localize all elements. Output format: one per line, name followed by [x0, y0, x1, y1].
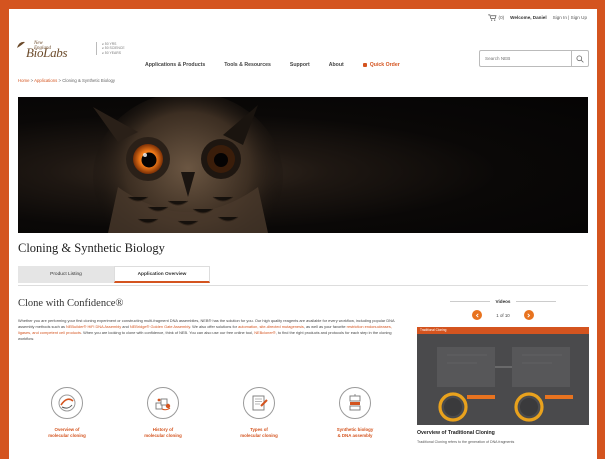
tab-application-overview[interactable]: Application Overview [114, 266, 210, 283]
inline-link[interactable]: NEBridge® Golden Gate Assembly [130, 324, 190, 329]
inline-link[interactable]: NEBuilder® HiFi DNA Assembly [66, 324, 121, 329]
search-box [479, 50, 589, 67]
nav-tools-resources[interactable]: Tools & Resources [224, 62, 271, 68]
hero-owl-image [18, 97, 588, 233]
breadcrumb: Home > Applications > Cloning & Syntheti… [18, 78, 116, 83]
inline-link[interactable]: NEBcloner® [254, 330, 275, 335]
dna-assembly-icon [339, 387, 371, 419]
logo-mark-icon [17, 41, 25, 48]
account-links[interactable]: Sign In | Sign Up [553, 15, 587, 20]
search-icon [576, 54, 584, 63]
inline-link[interactable]: automation, site-directed mutagenesis [238, 324, 304, 329]
tab-product-listing[interactable]: Product Listing [18, 266, 114, 283]
search-button[interactable] [571, 51, 588, 66]
quick-order-link[interactable]: Quick Order [362, 62, 400, 68]
breadcrumb-current: Cloning & Synthetic Biology [62, 78, 116, 83]
utility-bar: (0) Welcome, Daniel Sign In | Sign Up [487, 14, 587, 21]
video-caption[interactable]: Overview of Traditional Cloning [417, 430, 589, 436]
video-thumb-title: Traditional Cloning [417, 327, 589, 334]
body-text-run: , as well as your favorite [303, 324, 347, 329]
nav-about[interactable]: About [329, 62, 344, 68]
body-text-run: and [121, 324, 130, 329]
videos-pager: 1 of 10 [417, 310, 589, 320]
search-input[interactable] [480, 51, 571, 66]
cart-count: (0) [498, 15, 505, 20]
video-page-count: 1 of 10 [496, 312, 510, 318]
welcome-text: Welcome, Daniel [510, 15, 547, 20]
cloning-overview-icon [51, 387, 83, 419]
logo-line2: BioLabs [26, 45, 68, 60]
body-text-run: . We also offer solutions for [189, 324, 239, 329]
card-label: History of molecular cloning [144, 427, 182, 438]
tab-bar: Product Listing Application Overview [18, 266, 210, 283]
chevron-left-icon [475, 312, 479, 318]
breadcrumb-home[interactable]: Home [18, 78, 29, 83]
card-overview-cloning[interactable]: Overview of molecular cloning [29, 387, 105, 439]
nav-support[interactable]: Support [290, 62, 310, 68]
cart-icon [487, 14, 497, 21]
prev-video-button[interactable] [472, 310, 483, 320]
main-nav: Applications & Products Tools & Resource… [145, 62, 400, 68]
owl-illustration [93, 97, 283, 233]
card-label: Overview of molecular cloning [48, 427, 86, 438]
site-header: New England BioLabs ≥ 50 YRS ≥ 50 SCIENC… [9, 33, 597, 73]
cart-link[interactable]: (0) [487, 14, 505, 21]
tab-divider [18, 285, 588, 286]
chevron-right-icon [527, 312, 531, 318]
card-history-cloning[interactable]: History of molecular cloning [125, 387, 201, 439]
card-synthetic-biology[interactable]: Synthetic biology & DNA assembly [317, 387, 393, 439]
card-label: Synthetic biology & DNA assembly [336, 427, 374, 438]
logo-tagline: ≥ 50 YRS ≥ 50 SCIENCE ≥ 50 YEARS [96, 42, 125, 55]
cloning-types-icon [243, 387, 275, 419]
body-text-run: . When you are looking to clone with con… [80, 330, 255, 335]
cloning-history-icon [147, 387, 179, 419]
videos-heading: Videos [417, 299, 589, 304]
card-label: Types of molecular cloning [240, 427, 278, 438]
next-video-button[interactable] [523, 310, 534, 320]
page: (0) Welcome, Daniel Sign In | Sign Up Ne… [9, 9, 597, 459]
neb-logo[interactable]: New England BioLabs ≥ 50 YRS ≥ 50 SCIENC… [16, 38, 134, 64]
video-description: Traditional Cloning refers to the genera… [417, 440, 515, 444]
nav-applications-products[interactable]: Applications & Products [145, 62, 205, 68]
video-preview-graphic [417, 334, 589, 425]
quick-order-icon [362, 63, 367, 67]
videos-panel: Videos 1 of 10 Traditional Cloning Overv… [417, 299, 589, 444]
section-title: Clone with Confidence® [18, 298, 124, 309]
page-title: Cloning & Synthetic Biology [18, 241, 165, 255]
video-thumbnail[interactable]: Traditional Cloning [417, 327, 589, 425]
topic-cards: Overview of molecular cloning History of… [29, 387, 393, 439]
breadcrumb-applications[interactable]: Applications [34, 78, 57, 83]
card-types-cloning[interactable]: Types of molecular cloning [221, 387, 297, 439]
section-body: Whether you are performing your first cl… [18, 318, 404, 342]
